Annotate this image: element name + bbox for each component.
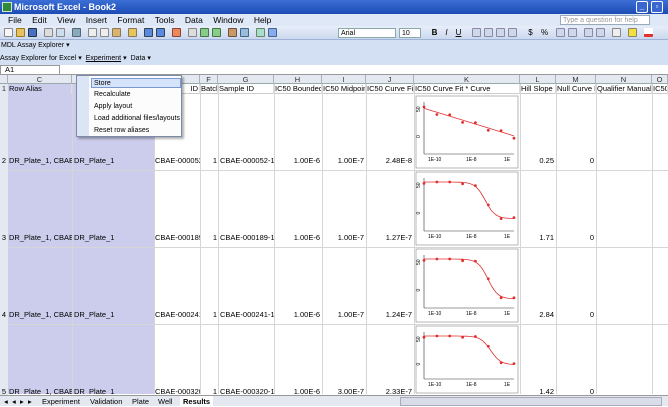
chart-y-tick-label: 50 — [416, 182, 422, 188]
menu-item-store[interactable]: Store — [91, 78, 181, 88]
data-point — [512, 216, 516, 220]
data-point — [422, 182, 426, 185]
menu-item-load-files[interactable]: Load additional files/layouts — [94, 114, 180, 124]
horizontal-scrollbar[interactable] — [400, 397, 662, 406]
data-point — [512, 136, 516, 140]
data-point — [474, 259, 477, 263]
menu-item-apply-layout[interactable]: Apply layout — [94, 102, 180, 112]
data-point — [448, 113, 452, 117]
menu-icon-strip — [77, 76, 89, 136]
chart-y-tick-label: 50 — [416, 259, 422, 265]
data-point — [422, 335, 426, 339]
experiment-dropdown-menu: Store Recalculate Apply layout Load addi… — [76, 75, 182, 137]
data-point — [422, 105, 426, 109]
tab-well[interactable]: Well — [158, 396, 172, 407]
data-point — [435, 334, 439, 338]
menu-item-reset-aliases[interactable]: Reset row aliases — [94, 126, 180, 136]
chart-x-tick-label: 1E-10 — [428, 234, 442, 240]
chart-x-tick-label: 1E-8 — [466, 157, 477, 163]
chart-y-tick-label: 50 — [416, 336, 422, 342]
tab-plate[interactable]: Plate — [132, 396, 149, 407]
prev-sheet-icon[interactable]: ◂ — [12, 396, 16, 407]
data-point — [435, 113, 439, 116]
last-sheet-icon[interactable]: ▸ — [28, 396, 32, 407]
data-point — [486, 344, 490, 348]
chart-x-tick-label: 1E-10 — [428, 157, 442, 163]
data-point — [512, 362, 516, 365]
chart-x-tick-label: 1E — [504, 382, 511, 388]
data-point — [461, 335, 464, 339]
data-point — [435, 257, 439, 261]
data-point — [486, 128, 490, 132]
data-point — [499, 217, 503, 221]
curve-charts: 50 0 1E-10 1E-8 1E 50 0 1E-10 1E-8 1E 50 0 1E-10 1E-8… — [415, 95, 519, 394]
data-point — [461, 182, 464, 186]
chart-y-tick-label: 0 — [416, 363, 422, 366]
data-point — [448, 257, 452, 261]
chart-x-tick-label: 1E — [504, 311, 511, 317]
data-point — [461, 121, 464, 124]
menu-item-recalculate[interactable]: Recalculate — [94, 90, 180, 100]
chart-x-tick-label: 1E — [504, 234, 511, 240]
data-point — [448, 180, 452, 184]
chart-y-tick-label: 0 — [416, 135, 422, 138]
tab-experiment[interactable]: Experiment — [42, 396, 80, 407]
chart-x-tick-label: 1E-8 — [466, 234, 477, 240]
data-point — [499, 296, 503, 300]
data-point — [474, 121, 477, 125]
data-point — [486, 277, 490, 281]
data-point — [499, 361, 503, 365]
chart-y-tick-label: 0 — [416, 289, 422, 292]
sheet-tab-bar: ◂ ◂ ▸ ▸ Experiment Validation Plate Well… — [0, 395, 668, 407]
first-sheet-icon[interactable]: ◂ — [4, 396, 8, 407]
data-point — [499, 129, 503, 133]
next-sheet-icon[interactable]: ▸ — [20, 396, 24, 407]
data-point — [422, 259, 426, 262]
tab-results[interactable]: Results — [180, 396, 214, 407]
chart-x-tick-label: 1E — [504, 157, 511, 163]
data-point — [474, 335, 477, 338]
data-point — [448, 334, 452, 338]
data-point — [435, 180, 439, 184]
chart-y-tick-label: 50 — [416, 106, 422, 112]
chart-x-tick-label: 1E-8 — [466, 311, 477, 317]
tab-validation[interactable]: Validation — [90, 396, 122, 407]
chart-x-tick-label: 1E-10 — [428, 311, 442, 317]
chart-x-tick-label: 1E-10 — [428, 382, 442, 388]
data-point — [461, 259, 464, 263]
chart-y-tick-label: 0 — [416, 212, 422, 215]
data-point — [512, 296, 516, 300]
data-point — [474, 184, 477, 188]
data-point — [486, 203, 490, 207]
chart-x-tick-label: 1E-8 — [466, 382, 477, 388]
